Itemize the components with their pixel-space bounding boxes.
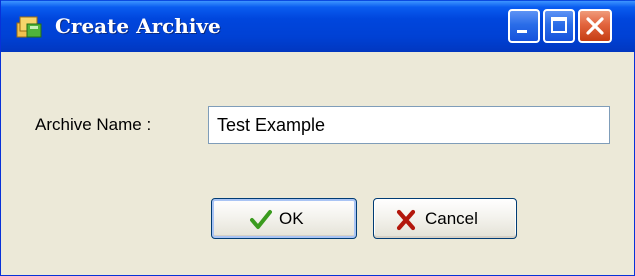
archive-name-input[interactable] <box>208 106 610 144</box>
maximize-icon <box>551 17 567 33</box>
archive-name-label: Archive Name : <box>35 115 152 134</box>
maximize-button[interactable] <box>543 9 575 43</box>
minimize-icon <box>517 30 527 33</box>
cancel-button-label: Cancel <box>425 209 478 228</box>
ok-button[interactable]: OK <box>211 198 357 239</box>
cancel-button[interactable]: Cancel <box>373 198 517 239</box>
x-mark-icon <box>396 209 416 231</box>
minimize-button[interactable] <box>508 9 540 43</box>
ok-button-label: OK <box>279 209 304 228</box>
archive-app-icon <box>16 16 42 38</box>
title-bar[interactable]: Create Archive <box>1 0 635 52</box>
close-icon <box>586 17 604 35</box>
window-title: Create Archive <box>55 14 221 38</box>
create-archive-dialog: Create Archive Archive Name : OK <box>0 0 635 276</box>
checkmark-icon <box>250 210 272 229</box>
close-button[interactable] <box>578 9 612 43</box>
